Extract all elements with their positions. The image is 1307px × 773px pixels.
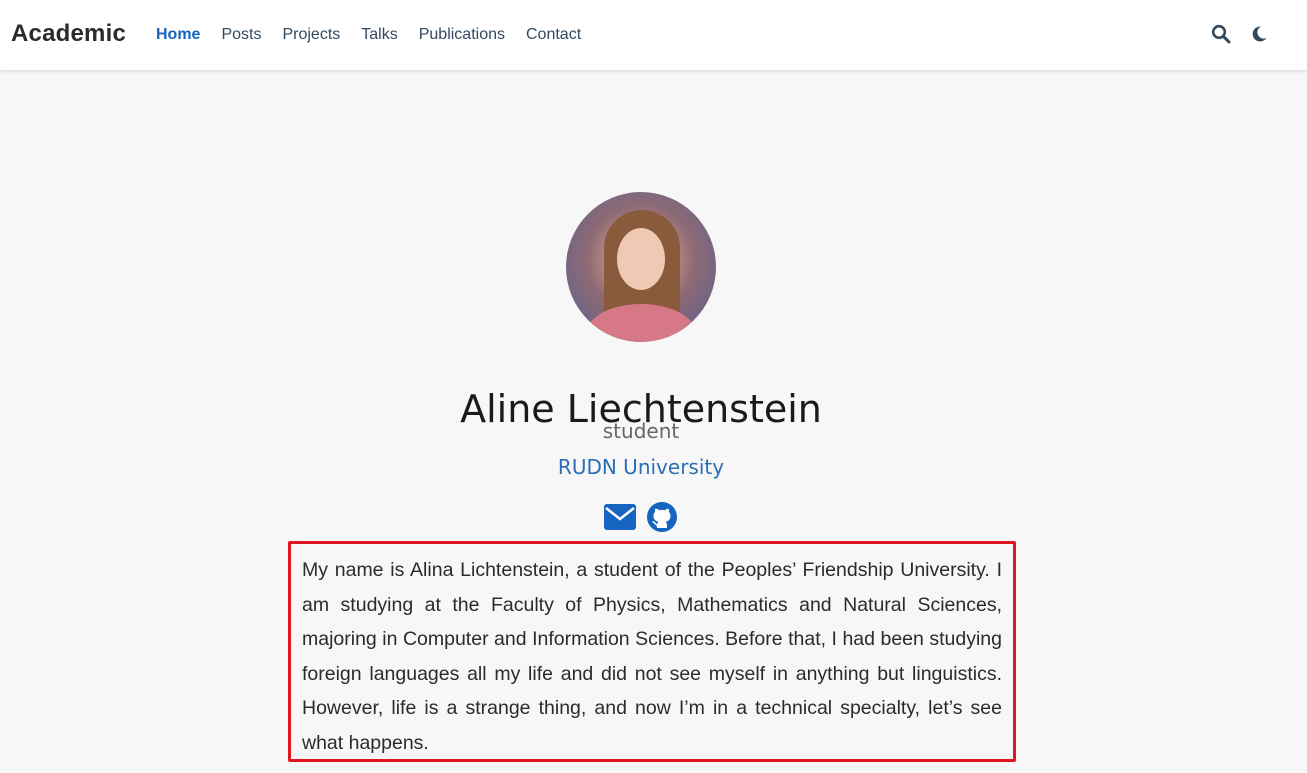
top-navbar: Academic Home Posts Projects Talks Publi… [0,0,1307,70]
envelope-icon[interactable] [603,501,637,533]
moon-icon[interactable] [1247,22,1271,46]
nav-actions [1195,22,1271,46]
profile-organization-link[interactable]: RUDN University [0,455,1282,479]
social-links [603,501,687,533]
main-nav: Home Posts Projects Talks Publications C… [156,0,602,70]
github-icon[interactable] [645,501,679,533]
nav-link-home[interactable]: Home [156,26,200,44]
profile-role: student [602,419,680,443]
site-brand[interactable]: Academic [11,20,126,48]
search-icon[interactable] [1209,22,1233,46]
avatar [566,192,716,342]
nav-link-projects[interactable]: Projects [282,26,340,44]
nav-link-contact[interactable]: Contact [526,26,581,44]
nav-link-talks[interactable]: Talks [361,26,397,44]
nav-link-posts[interactable]: Posts [221,26,261,44]
bio-highlight-box: My name is Alina Lichtenstein, a student… [288,541,1016,762]
nav-link-publications[interactable]: Publications [419,26,505,44]
bio-text: My name is Alina Lichtenstein, a student… [302,559,1002,754]
